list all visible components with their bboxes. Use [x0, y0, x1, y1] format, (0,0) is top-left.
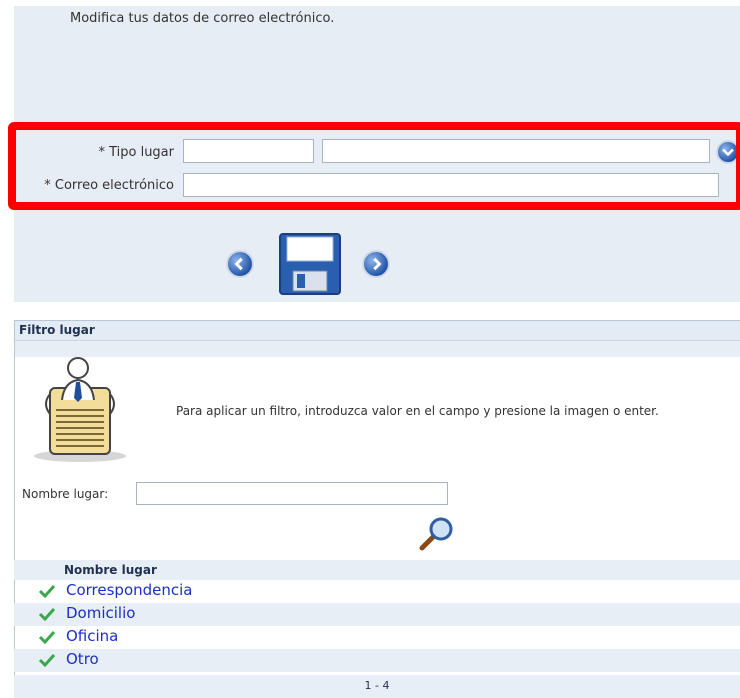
save-floppy-icon[interactable]	[279, 233, 341, 295]
nombre-lugar-label: Nombre lugar:	[22, 487, 109, 501]
list-item-label: Correspondencia	[66, 581, 193, 599]
check-icon	[38, 584, 56, 598]
filter-title: Filtro lugar	[15, 321, 740, 341]
filter-hint: Para aplicar un filtro, introduzca valor…	[176, 404, 659, 418]
document-person-icon	[28, 354, 130, 464]
list-item[interactable]: Domicilio	[14, 603, 740, 626]
list-item[interactable]: Otro	[14, 649, 740, 672]
column-header-nombre: Nombre lugar	[64, 563, 157, 577]
nombre-lugar-input[interactable]	[136, 482, 448, 505]
check-icon	[38, 653, 56, 667]
prev-arrow-icon[interactable]	[226, 250, 254, 278]
list-item[interactable]: Correspondencia	[14, 580, 740, 603]
intro-text: Modifica tus datos de correo electrónico…	[70, 11, 335, 26]
highlight-box	[8, 122, 740, 210]
list-item[interactable]: Oficina	[14, 626, 740, 649]
check-icon	[38, 630, 56, 644]
search-magnifier-icon[interactable]	[417, 515, 455, 553]
list-item-label: Otro	[66, 650, 99, 668]
pager: 1 - 4	[14, 675, 740, 698]
check-icon	[38, 607, 56, 621]
table-header: Nombre lugar	[14, 560, 740, 580]
list-item-label: Domicilio	[66, 604, 136, 622]
list-item-label: Oficina	[66, 627, 119, 645]
next-arrow-icon[interactable]	[362, 250, 390, 278]
